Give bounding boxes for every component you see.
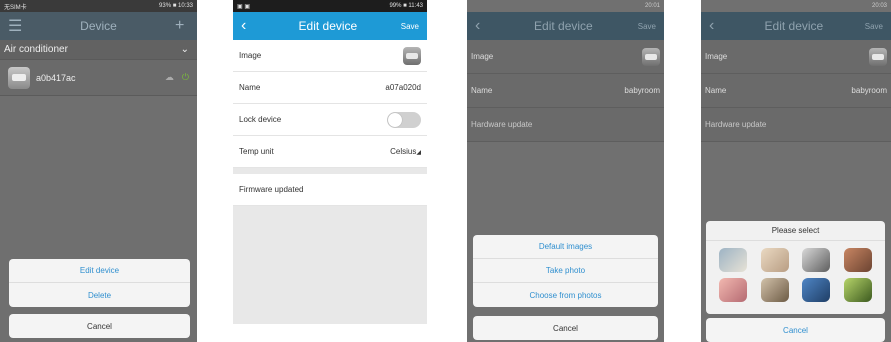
save-button[interactable]: Save bbox=[865, 22, 883, 31]
dropdown-corner-icon: ◢ bbox=[416, 150, 421, 156]
device-image[interactable] bbox=[642, 47, 660, 66]
name-row[interactable]: Name babyroom bbox=[467, 74, 664, 108]
edit-device-option[interactable]: Edit device bbox=[9, 259, 190, 283]
status-right: 20:03 bbox=[871, 3, 887, 9]
back-icon[interactable]: ‹ bbox=[241, 17, 255, 35]
cancel-button[interactable]: Cancel bbox=[9, 314, 190, 338]
status-bar: 20:03 bbox=[701, 0, 891, 12]
app-bar: ‹ Edit device Save bbox=[701, 12, 891, 40]
firmware-label: Firmware updated bbox=[239, 185, 304, 194]
hardware-label: Hardware update bbox=[705, 120, 767, 129]
temp-unit-value: Celsius bbox=[390, 147, 417, 156]
power-icon[interactable]: ⏻ bbox=[182, 72, 189, 83]
room-image-option[interactable] bbox=[760, 278, 789, 302]
back-icon[interactable]: ‹ bbox=[709, 17, 723, 35]
lock-label: Lock device bbox=[239, 115, 282, 124]
status-bar: ▣ ▣ 99% ■ 11:43 bbox=[233, 0, 427, 12]
plus-icon[interactable]: + bbox=[175, 17, 189, 35]
page-title: Edit device bbox=[764, 19, 824, 33]
name-label: Name bbox=[471, 86, 493, 95]
name-value[interactable]: babyroom bbox=[624, 86, 660, 95]
action-sheet: Default images Take photo Choose from ph… bbox=[473, 235, 658, 307]
device-list-item[interactable]: a0b417ac ☁ ⏻ bbox=[0, 60, 197, 96]
room-image-option[interactable] bbox=[802, 248, 831, 272]
status-right: 93% ■ 10:33 bbox=[159, 3, 193, 9]
status-bar: 无SIM卡 93% ■ 10:33 bbox=[0, 0, 197, 12]
lock-row: Lock device bbox=[233, 104, 427, 136]
status-right: 20:01 bbox=[644, 3, 660, 9]
device-list-screen: 无SIM卡 93% ■ 10:33 ☰ Device + Air conditi… bbox=[0, 0, 197, 342]
name-label: Name bbox=[239, 83, 261, 92]
device-name: a0b417ac bbox=[36, 72, 76, 83]
image-label: Image bbox=[239, 51, 262, 60]
app-bar: ‹ Edit device Save bbox=[233, 12, 427, 40]
cloud-icon: ☁ bbox=[164, 72, 174, 82]
cancel-button[interactable]: Cancel bbox=[473, 316, 658, 340]
hardware-row[interactable]: Hardware update bbox=[701, 108, 891, 142]
image-label: Image bbox=[705, 52, 728, 61]
take-photo-option[interactable]: Take photo bbox=[473, 259, 658, 283]
firmware-row[interactable]: Firmware updated bbox=[233, 174, 427, 206]
device-image[interactable] bbox=[869, 47, 887, 66]
cancel-button[interactable]: Cancel bbox=[706, 318, 885, 342]
save-button[interactable]: Save bbox=[401, 22, 419, 31]
room-image-option[interactable] bbox=[760, 248, 789, 272]
room-image-option[interactable] bbox=[718, 248, 747, 272]
image-label: Image bbox=[471, 52, 494, 61]
name-value[interactable]: babyroom bbox=[851, 86, 887, 95]
room-image-option[interactable] bbox=[802, 278, 831, 302]
back-icon[interactable]: ‹ bbox=[475, 17, 489, 35]
hardware-row[interactable]: Hardware update bbox=[467, 108, 664, 142]
room-image-option[interactable] bbox=[718, 278, 747, 302]
page-title: Edit device bbox=[298, 19, 358, 33]
name-row[interactable]: Name babyroom bbox=[701, 74, 891, 108]
edit-device-screen: ▣ ▣ 99% ■ 11:43 ‹ Edit device Save Image… bbox=[233, 0, 427, 324]
notification-icons: ▣ ▣ bbox=[237, 3, 251, 10]
image-row[interactable]: Image bbox=[233, 40, 427, 72]
device-image bbox=[8, 66, 30, 89]
image-picker-dialog: Please select bbox=[706, 221, 885, 314]
category-label: Air conditioner bbox=[4, 44, 68, 55]
default-images-option[interactable]: Default images bbox=[473, 235, 658, 259]
temp-unit-select[interactable]: Celsius◢ bbox=[390, 147, 421, 156]
room-image-option[interactable] bbox=[844, 248, 873, 272]
carrier-text: 无SIM卡 bbox=[4, 4, 27, 11]
room-image-option[interactable] bbox=[844, 278, 873, 302]
status-bar: 20:01 bbox=[467, 0, 664, 12]
device-image[interactable] bbox=[403, 46, 421, 65]
lock-toggle[interactable] bbox=[387, 111, 421, 128]
image-row[interactable]: Image bbox=[467, 40, 664, 74]
menu-icon[interactable]: ☰ bbox=[8, 16, 22, 36]
category-header[interactable]: Air conditioner ⌄ bbox=[0, 40, 197, 60]
image-source-screen: 20:01 ‹ Edit device Save Image Name baby… bbox=[467, 0, 664, 342]
name-value[interactable]: a07a020d bbox=[385, 83, 421, 92]
picker-title: Please select bbox=[706, 221, 885, 241]
page-title: Device bbox=[80, 19, 117, 33]
default-image-picker-screen: 20:03 ‹ Edit device Save Image Name baby… bbox=[701, 0, 891, 342]
name-label: Name bbox=[705, 86, 727, 95]
temp-unit-row[interactable]: Temp unit Celsius◢ bbox=[233, 136, 427, 168]
app-bar: ‹ Edit device Save bbox=[467, 12, 664, 40]
hardware-label: Hardware update bbox=[471, 120, 533, 129]
delete-option[interactable]: Delete bbox=[9, 283, 190, 307]
save-button[interactable]: Save bbox=[638, 22, 656, 31]
temp-unit-label: Temp unit bbox=[239, 147, 274, 156]
page-title: Edit device bbox=[534, 19, 593, 33]
name-row[interactable]: Name a07a020d bbox=[233, 72, 427, 104]
action-sheet: Edit device Delete bbox=[9, 259, 190, 307]
app-bar: ☰ Device + bbox=[0, 12, 197, 40]
chevron-down-icon: ⌄ bbox=[180, 44, 189, 55]
choose-photos-option[interactable]: Choose from photos bbox=[473, 283, 658, 307]
image-row[interactable]: Image bbox=[701, 40, 891, 74]
status-right: 99% ■ 11:43 bbox=[389, 3, 423, 9]
image-grid bbox=[706, 241, 885, 309]
